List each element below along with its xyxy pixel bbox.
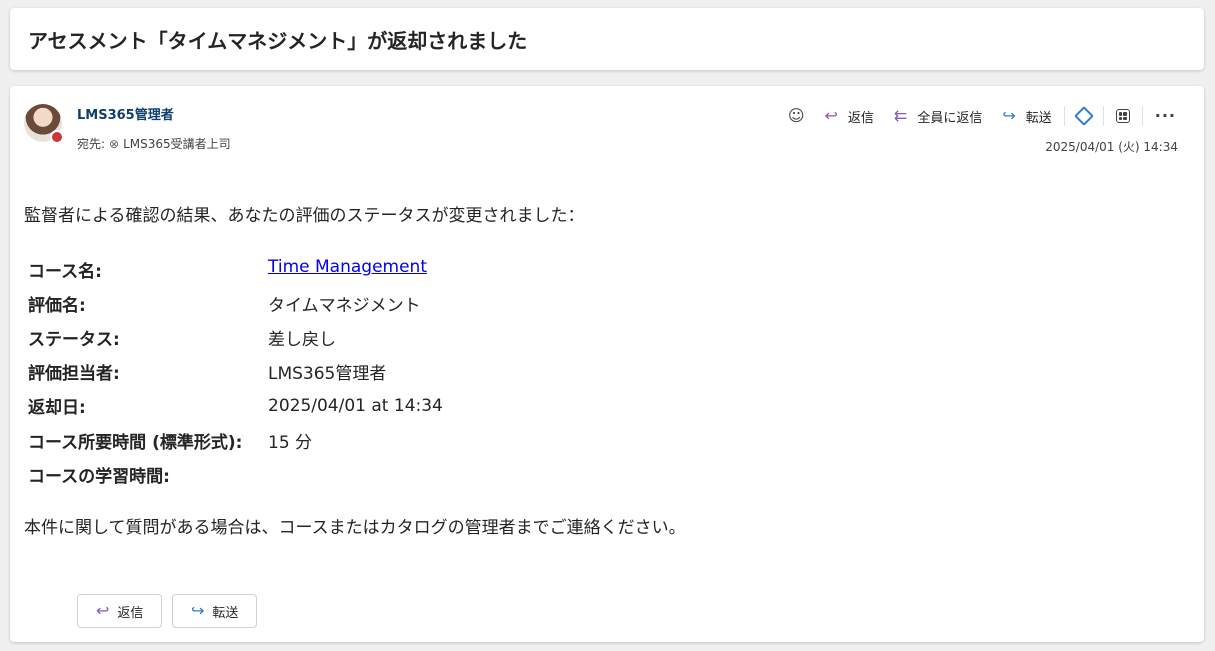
reply-all-icon: ⇇: [893, 106, 908, 125]
info-value: 差し戻し: [268, 330, 336, 350]
sent-date: 2025/04/01 (火) 14:34: [1045, 140, 1178, 154]
course-link[interactable]: Time Management: [268, 257, 427, 277]
message-card: LMS365管理者 宛先: ⊗ LMS365受講者上司 ☺ ↩ 返信 ⇇ 全員に…: [10, 86, 1204, 642]
subject-header: アセスメント「タイムマネジメント」が返却されました: [10, 8, 1204, 70]
to-label: 宛先:: [77, 137, 106, 151]
apps-icon: [1115, 109, 1130, 123]
more-icon: ···: [1154, 106, 1176, 125]
info-label: コース所要時間 (標準形式):: [28, 433, 243, 453]
info-label: 評価担当者:: [28, 364, 120, 384]
info-label: コースの学習時間:: [28, 467, 170, 487]
emoji-button[interactable]: ☺: [778, 104, 815, 128]
forward-label: 転送: [1025, 110, 1052, 126]
info-label: コース名:: [28, 262, 102, 282]
reply-label: 返信: [847, 110, 874, 126]
recipients-line: 宛先: ⊗ LMS365受講者上司: [77, 135, 231, 152]
outro-text: 本件に関して質問がある場合は、コースまたはカタログの管理者までご連絡ください。: [24, 518, 686, 538]
info-value: LMS365管理者: [268, 364, 387, 384]
reply-action-button[interactable]: ↩ 返信: [77, 594, 163, 628]
email-subject: アセスメント「タイムマネジメント」が返却されました: [28, 28, 528, 53]
forward-action-label: 転送: [212, 605, 239, 621]
info-label: ステータス:: [28, 330, 120, 350]
reply-icon: ↩: [824, 106, 838, 125]
reply-icon: ↩: [96, 601, 110, 620]
forward-button[interactable]: ↪ 転送: [992, 104, 1061, 128]
info-label: 返却日:: [28, 398, 86, 418]
toolbar-divider: [1141, 106, 1143, 126]
info-value: 15 分: [268, 433, 313, 453]
info-value: 2025/04/01 at 14:34: [268, 396, 443, 416]
forward-icon: ↪: [1002, 106, 1016, 125]
info-value: Time Management: [268, 257, 427, 277]
emoji-icon: ☺: [787, 106, 805, 125]
info-label: 評価名:: [28, 296, 86, 316]
reply-action-label: 返信: [117, 605, 144, 621]
forward-icon: ↪: [191, 601, 205, 620]
presence-busy-icon: [50, 130, 64, 144]
info-value: タイムマネジメント: [268, 296, 421, 316]
toolbar-divider: [1063, 106, 1065, 126]
copilot-button[interactable]: [1067, 104, 1101, 128]
toolbar-divider: [1102, 106, 1104, 126]
remove-recipient-icon[interactable]: ⊗: [109, 137, 119, 151]
sender-name[interactable]: LMS365管理者: [77, 104, 174, 123]
forward-action-button[interactable]: ↪ 転送: [172, 594, 258, 628]
copilot-icon: [1073, 106, 1094, 126]
message-toolbar: ☺ ↩ 返信 ⇇ 全員に返信 ↪ 転送 ···: [778, 104, 1186, 128]
recipient-name[interactable]: LMS365受講者上司: [123, 135, 231, 152]
reply-button[interactable]: ↩ 返信: [815, 104, 884, 128]
reply-all-label: 全員に返信: [917, 110, 983, 126]
intro-text: 監督者による確認の結果、あなたの評価のステータスが変更されました：: [24, 206, 585, 226]
more-actions-button[interactable]: ···: [1145, 104, 1186, 128]
apps-button[interactable]: [1106, 104, 1140, 128]
reply-all-button[interactable]: ⇇ 全員に返信: [884, 104, 992, 128]
